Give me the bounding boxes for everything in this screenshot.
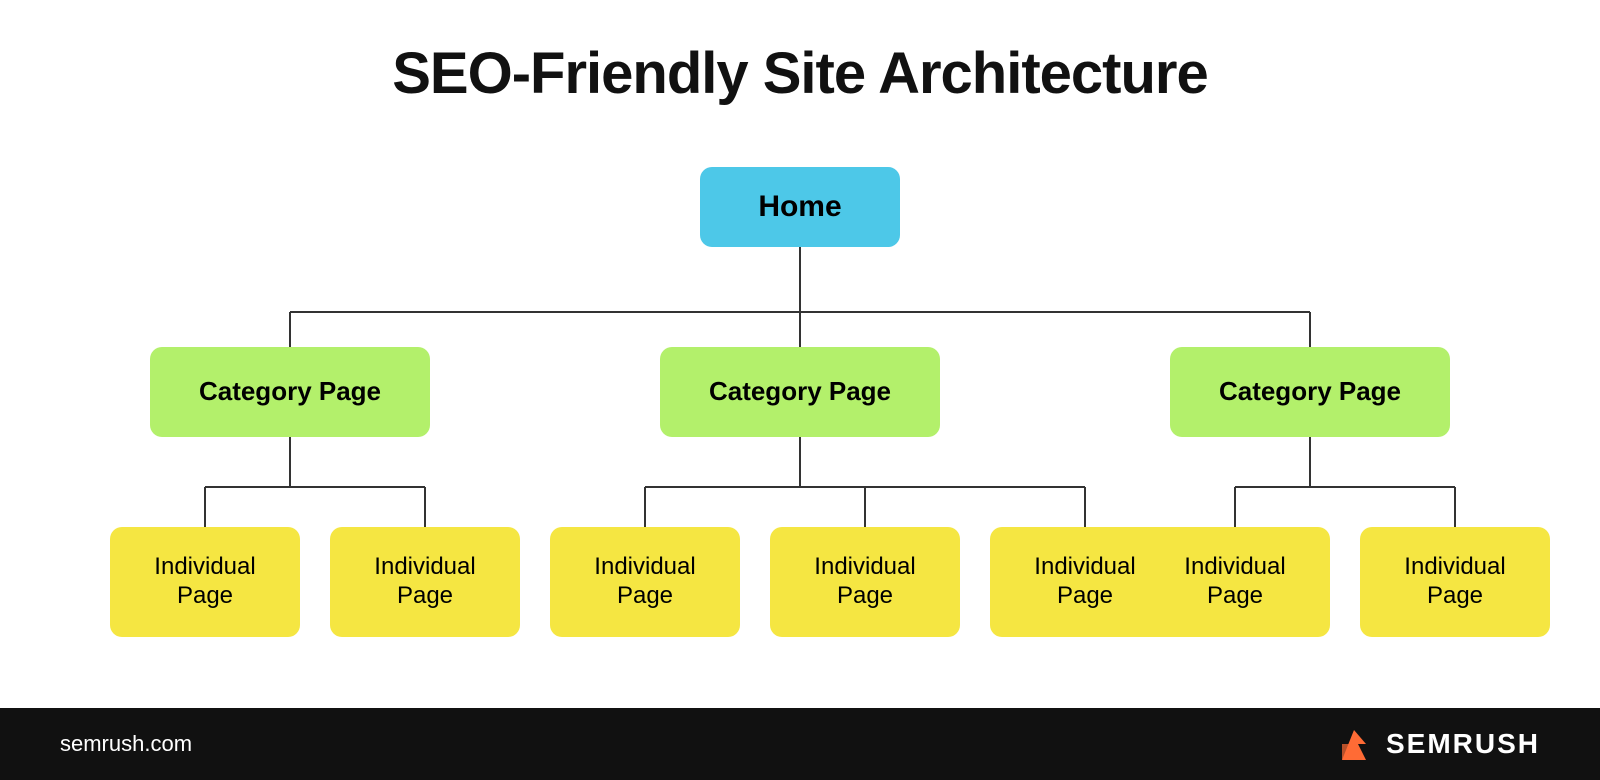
footer-logo: SEMRUSH: [1332, 722, 1540, 766]
footer-brand: SEMRUSH: [1386, 728, 1540, 760]
category-node-2: Category Page: [660, 347, 940, 437]
home-node: Home: [700, 167, 900, 247]
individual-page-3-1: IndividualPage: [1140, 527, 1330, 637]
individual-page-1-2: IndividualPage: [330, 527, 520, 637]
category-node-1: Category Page: [150, 347, 430, 437]
category-node-3: Category Page: [1170, 347, 1450, 437]
site-architecture-diagram: Home Category Page Category Page Categor…: [50, 147, 1550, 667]
individual-page-2-2: IndividualPage: [770, 527, 960, 637]
footer-url: semrush.com: [60, 731, 192, 757]
individual-page-2-1: IndividualPage: [550, 527, 740, 637]
semrush-logo-icon: [1332, 722, 1376, 766]
main-content: SEO-Friendly Site Architecture: [0, 0, 1600, 708]
footer: semrush.com SEMRUSH: [0, 708, 1600, 780]
page-title: SEO-Friendly Site Architecture: [392, 40, 1208, 107]
individual-page-3-2: IndividualPage: [1360, 527, 1550, 637]
individual-page-1-1: IndividualPage: [110, 527, 300, 637]
